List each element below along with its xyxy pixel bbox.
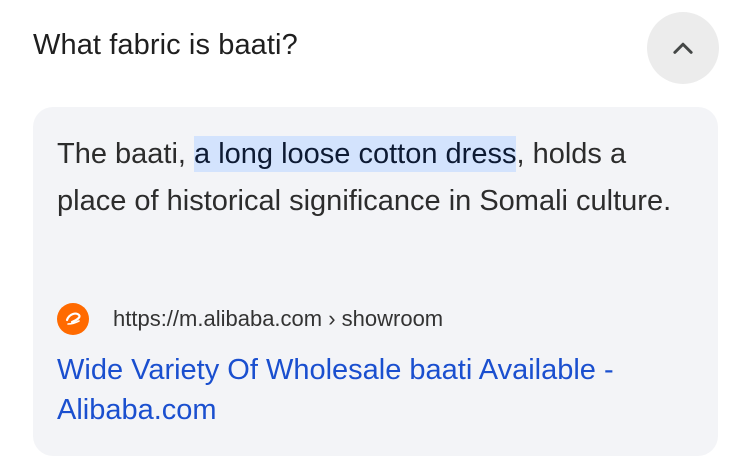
answer-snippet: The baati, a long loose cotton dress, ho…: [57, 131, 702, 225]
source-row[interactable]: https://m.alibaba.com › showroom: [57, 303, 443, 335]
question-row[interactable]: What fabric is baati?: [0, 0, 750, 100]
answer-highlight: a long loose cotton dress: [194, 136, 517, 172]
answer-card: The baati, a long loose cotton dress, ho…: [33, 107, 718, 456]
source-url[interactable]: https://m.alibaba.com › showroom: [113, 306, 443, 332]
result-link[interactable]: Wide Variety Of Wholesale baati Availabl…: [57, 350, 697, 430]
answer-text-before: The baati,: [57, 138, 195, 170]
collapse-button[interactable]: [647, 12, 719, 84]
alibaba-logo-icon: [57, 303, 89, 335]
chevron-up-icon: [673, 42, 693, 54]
alibaba-logo-glyph: [65, 312, 81, 325]
question-title[interactable]: What fabric is baati?: [33, 29, 298, 62]
